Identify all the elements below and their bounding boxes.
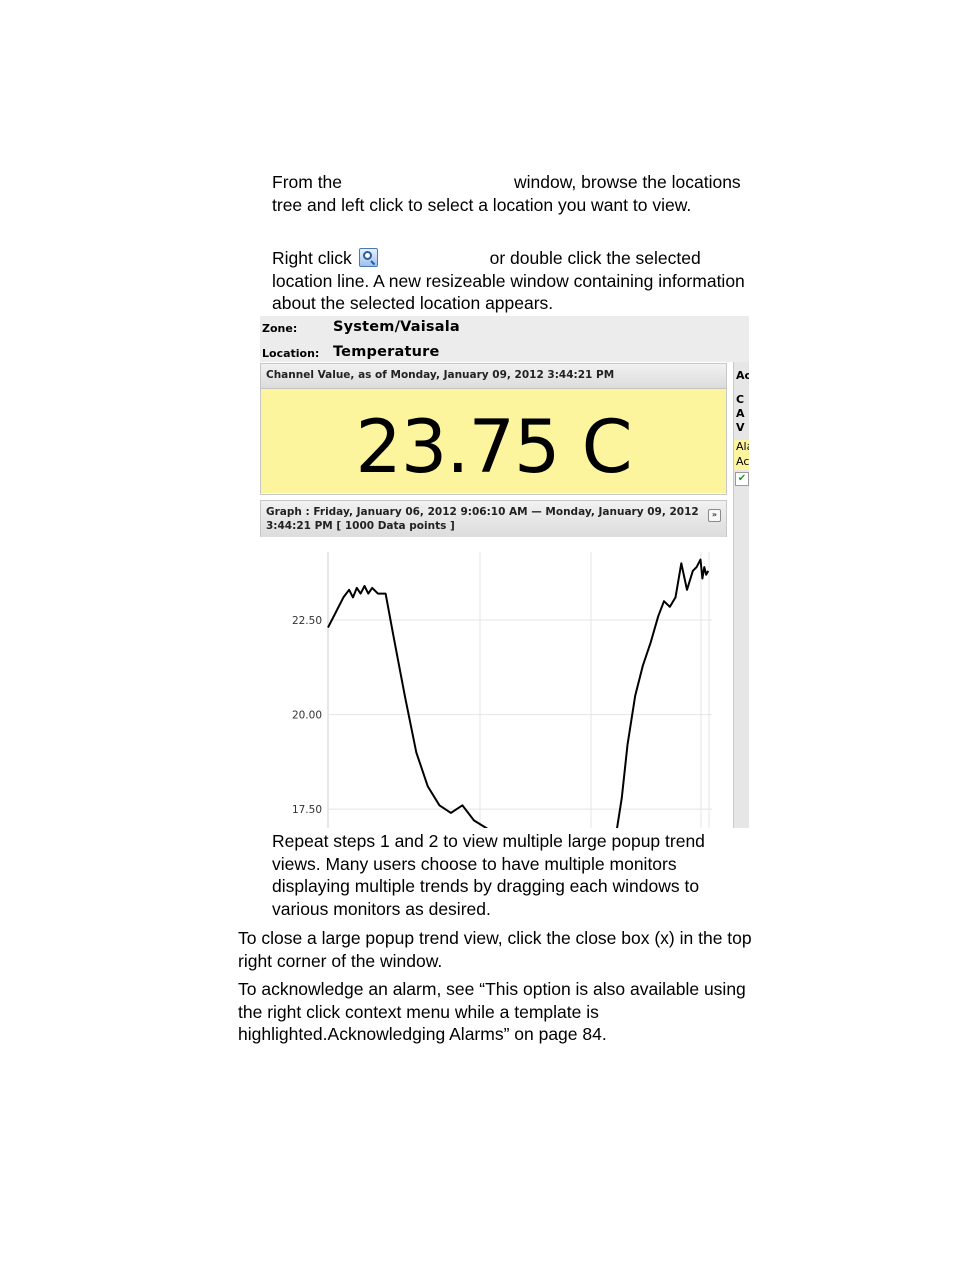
channel-value-panel: Channel Value, as of Monday, January 09,… [260,363,727,495]
side-alarm-line-1: Ala [734,440,749,455]
zone-value: System/Vaisala [333,319,460,335]
side-line-3: V [736,421,745,434]
trend-chart: 22.50 20.00 17.50 [260,537,727,828]
step-1-after: window, browse the locations tree and le… [272,172,741,215]
location-value: Temperature [333,344,440,360]
check-icon[interactable]: ✔ [735,472,749,486]
side-line-2: A [736,407,745,420]
graph-title-text: Graph : Friday, January 06, 2012 9:06:10… [266,506,699,532]
location-header: Zone: System/Vaisala Location: Temperatu… [260,316,749,362]
close-paragraph: To close a large popup trend view, click… [238,928,752,971]
location-label: Location: [262,347,320,360]
side-alarm-line-2: Ac [734,455,749,470]
channel-value-title: Channel Value, as of Monday, January 09,… [261,364,726,389]
y-tick-label: 20.00 [292,710,322,722]
collapse-button[interactable]: » [708,509,721,522]
y-tick-label: 22.50 [292,615,322,627]
zone-label: Zone: [262,322,298,335]
step-1-before: From the [272,172,343,192]
side-panel: Ac C A V Ala Ac ✔ [733,362,749,828]
step-2-before: Right click [272,248,352,268]
side-line-1: C [736,393,745,406]
side-tab-label[interactable]: Ac [736,369,749,382]
graph-title: Graph : Friday, January 06, 2012 9:06:10… [261,501,726,538]
y-tick-label: 17.50 [292,804,322,816]
channel-value-box: 23.75 C [261,389,726,493]
popup-trend-screenshot: Zone: System/Vaisala Location: Temperatu… [260,316,749,828]
step-2-text: Right click or double click the selected… [272,247,752,315]
step-1-text: From the window, browse the locations tre… [272,171,752,216]
magnifier-icon [358,248,378,267]
series-line [327,558,710,828]
acknowledge-paragraph: To acknowledge an alarm, see “This optio… [238,979,746,1044]
step-3-text: Repeat steps 1 and 2 to view multiple la… [272,831,705,919]
trend-chart-svg: 22.50 20.00 17.50 [292,552,712,828]
channel-value: 23.75 C [355,405,632,490]
